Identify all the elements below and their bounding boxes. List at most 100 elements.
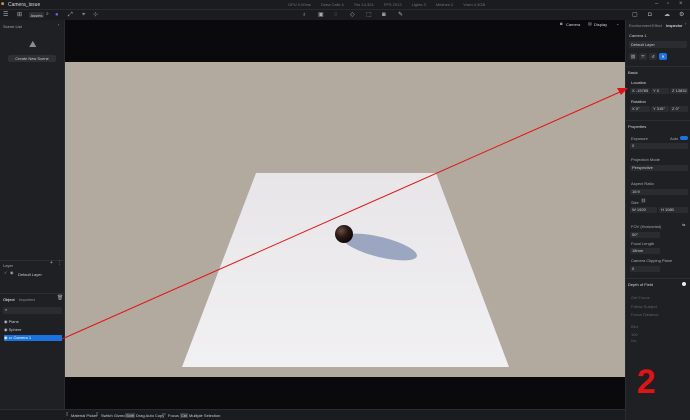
tree-item-plane[interactable]: ◉ Plane	[4, 319, 62, 325]
toolbar: ☰ ⊞ Assets ⌕ ● ⤢ ⌖ ⊹ ♁ ▣ ◌ ◇ ⬚ ◙ ✎ ▢ ◘ ☁…	[0, 10, 690, 20]
layer-select[interactable]: Default Layer	[629, 41, 687, 48]
delete-icon[interactable]: 🗑	[57, 296, 63, 301]
floor-plane[interactable]	[182, 173, 509, 367]
tab-object[interactable]: Object	[3, 297, 15, 302]
cloud-icon[interactable]: ☁	[664, 12, 670, 18]
size-label: Size	[631, 200, 639, 205]
pen-icon[interactable]: ✎	[398, 12, 403, 18]
scale-button[interactable]: ⤧	[639, 53, 647, 60]
pivot-tool-icon[interactable]: ⊹	[93, 12, 98, 18]
active-button[interactable]: ✕	[659, 53, 667, 60]
aspect-ratio-value: 16:9	[632, 189, 640, 194]
reset-button[interactable]: ↺	[649, 53, 657, 60]
dof-toggle[interactable]	[682, 282, 686, 286]
settings-icon[interactable]: ⚙	[679, 12, 684, 18]
add-layer-icon[interactable]: +	[50, 261, 53, 266]
size-width-field[interactable]: W 1920	[630, 207, 657, 213]
eye-icon[interactable]: ◉	[4, 319, 8, 324]
user-avatar-icon[interactable]: ●	[55, 12, 59, 18]
aspect-ratio-select[interactable]: 16:9	[630, 189, 688, 195]
mouse-icon: ▯	[96, 411, 99, 416]
minimize-button[interactable]: –	[655, 1, 658, 7]
location-x-field[interactable]: X -15785	[630, 88, 650, 94]
exposure-field[interactable]: 0	[630, 143, 688, 149]
eye-icon[interactable]: ◉	[4, 335, 8, 340]
eye-icon[interactable]: ◉	[4, 327, 8, 332]
tree-item-camera[interactable]: ◉ ▭ Camera 1	[4, 335, 62, 341]
tab-imported[interactable]: Imported	[19, 297, 35, 302]
tab-inspector[interactable]: Inspector	[666, 23, 682, 28]
cube-icon[interactable]: ⬚	[366, 12, 372, 18]
light-icon[interactable]: ♁	[302, 12, 307, 18]
divider	[0, 293, 65, 294]
assets-button[interactable]: Assets	[29, 12, 44, 18]
snap-tool-icon[interactable]: ⌖	[82, 12, 85, 18]
chevron-down-icon[interactable]: ⌄	[616, 22, 619, 26]
viewport[interactable]	[65, 62, 625, 377]
tab-environment[interactable]: Environment	[629, 23, 651, 28]
projection-select[interactable]: Perspective	[630, 165, 688, 171]
location-y-value: 0	[656, 88, 659, 93]
focal-length-field[interactable]: 18mm	[630, 248, 660, 254]
window-title: Camera_issue	[8, 2, 41, 8]
link-icon[interactable]: ⛓	[641, 199, 646, 203]
size-height-field[interactable]: H 1080	[659, 207, 688, 213]
dof-iris-label: Iris	[631, 338, 637, 343]
tab-effect[interactable]: Effect	[652, 23, 662, 28]
collapse-icon[interactable]: ›	[685, 22, 686, 26]
sphere[interactable]	[335, 225, 353, 243]
exposure-label: Exposure	[631, 136, 648, 141]
focal-length-label: Focal Length	[631, 241, 655, 246]
auto-label: Auto	[670, 136, 679, 141]
search-input[interactable]: ⌕	[3, 307, 62, 314]
status-item: Switch Gizmos	[101, 413, 128, 418]
viewport-footer	[65, 377, 625, 409]
tree-item-label: Camera 1	[13, 335, 32, 340]
swap-icon[interactable]: ⇆	[682, 223, 685, 227]
rotation-y-field[interactable]: Y 315°	[651, 106, 669, 112]
transform-tool-icon[interactable]: ⤢	[68, 12, 73, 18]
app-logo-icon: ■	[1, 1, 5, 7]
title-bar: ■ Camera_issue GPU 0.00ms Draw Calls 4 T…	[0, 0, 690, 10]
fov-field[interactable]: 50°	[630, 232, 660, 238]
location-y-field[interactable]: Y 0	[651, 88, 669, 94]
clipping-plane-field[interactable]: 0	[630, 266, 660, 272]
rotation-x-field[interactable]: X 0°	[630, 106, 650, 112]
size-width-value: 1920	[636, 207, 646, 212]
tree-item-sphere[interactable]: ◉ Sphere	[4, 327, 62, 333]
location-z-field[interactable]: Z 13832	[670, 88, 688, 94]
object-icon[interactable]: ▣	[318, 12, 324, 18]
maximize-button[interactable]: ▫	[667, 1, 669, 7]
camera-tab[interactable]: Camera	[566, 22, 580, 27]
layer-menu-icon[interactable]: ⋮	[57, 261, 62, 266]
location-label: Location	[631, 80, 647, 85]
rotation-z-field[interactable]: Z 0°	[670, 106, 688, 112]
rotation-label: Rotation	[631, 99, 646, 104]
render-video-icon[interactable]: ◘	[648, 12, 652, 18]
divider	[626, 120, 690, 121]
grid-icon[interactable]: ⊞	[17, 12, 22, 18]
eye-icon[interactable]: ◉	[10, 271, 14, 275]
search-icon[interactable]: ⌕	[46, 12, 49, 17]
stat-item: Tris 14,324	[353, 2, 374, 7]
dof-section-label: Depth of Field	[628, 282, 653, 287]
status-key: Shift	[125, 413, 136, 418]
projection-value: Perspective	[632, 165, 653, 170]
create-scene-button[interactable]: Create New Scene	[8, 55, 56, 62]
aspect-ratio-label: Aspect Ratio	[631, 181, 654, 186]
render-image-icon[interactable]: ▢	[632, 12, 638, 18]
status-item: Drag Auto Copy	[136, 413, 165, 418]
link-button[interactable]: ⛓	[629, 53, 637, 60]
dof-focus-distance-label: Focus Distance	[631, 312, 659, 317]
collapse-icon[interactable]: ‹	[58, 23, 59, 27]
shape-icon[interactable]: ◇	[350, 12, 355, 18]
auto-exposure-toggle[interactable]	[680, 136, 688, 140]
close-button[interactable]: ×	[679, 1, 683, 7]
check-icon[interactable]: ✓	[4, 271, 7, 275]
layer-item[interactable]: Default Layer	[18, 272, 42, 277]
camera-icon[interactable]: ◙	[382, 12, 386, 18]
display-tab[interactable]: Display	[594, 22, 607, 27]
rotation-y-value: 315°	[656, 106, 665, 111]
material-icon[interactable]: ◌	[334, 12, 338, 18]
menu-icon[interactable]: ☰	[3, 12, 8, 18]
